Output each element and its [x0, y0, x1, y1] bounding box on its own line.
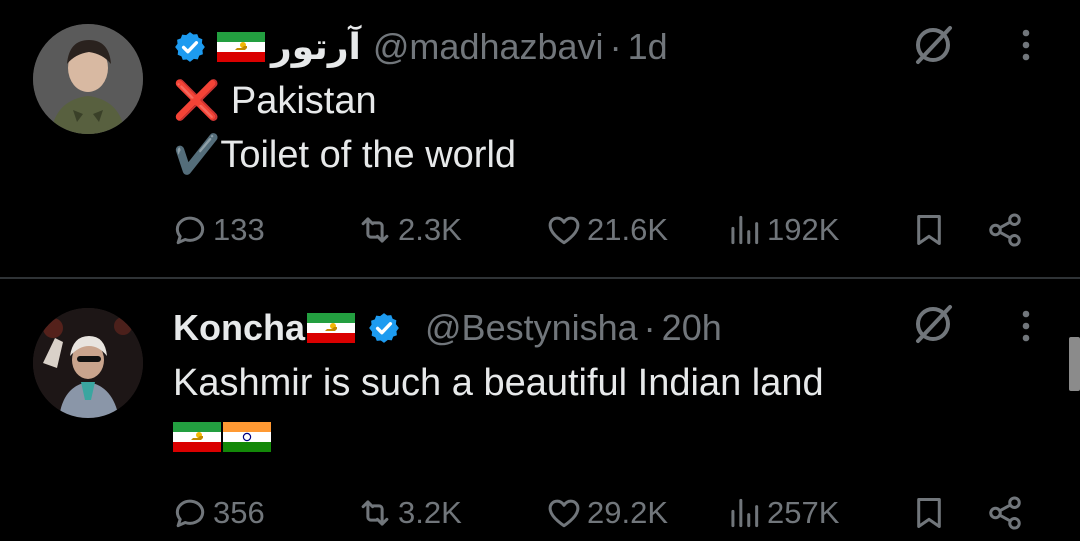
share-button[interactable]: [986, 485, 1028, 541]
tweet-header: آرتور @madhazbavi · 1d: [173, 22, 668, 72]
share-icon: [989, 496, 1021, 530]
heart-icon: [548, 499, 580, 528]
speech-bubble-icon: [175, 499, 205, 528]
view-count: 192K: [767, 212, 840, 247]
avatar[interactable]: [33, 308, 143, 418]
avatar-image: [33, 308, 143, 418]
like-button[interactable]: 29.2K: [545, 485, 668, 541]
avatar-image: [33, 24, 143, 134]
repost-button[interactable]: 2.3K: [356, 202, 462, 258]
india-flag-icon: [223, 422, 271, 452]
separator-dot: ·: [643, 307, 656, 348]
views-button[interactable]: 192K: [725, 202, 839, 258]
tweet-line: Kashmir is such a beautiful Indian land: [173, 362, 824, 404]
tweet-text: ❌ Pakistan ✔️Toilet of the world: [173, 74, 516, 182]
retweet-icon: [361, 500, 389, 526]
view-count: 257K: [767, 495, 840, 530]
tweet-line: ✔️Toilet of the world: [173, 134, 517, 176]
tweet-card[interactable]: آرتور @madhazbavi · 1d ❌ Pakistan ✔️Toil…: [0, 0, 1080, 278]
display-name[interactable]: آرتور: [271, 26, 361, 68]
tweet-line: ❌ Pakistan: [173, 80, 377, 122]
retweet-icon: [361, 217, 389, 243]
like-count: 21.6K: [587, 212, 669, 247]
iran-lion-sun-flag-icon: [217, 32, 265, 62]
user-handle[interactable]: @madhazbavi: [373, 26, 604, 68]
user-handle[interactable]: @Bestynisha: [425, 307, 638, 349]
reply-count: 133: [213, 212, 265, 247]
more-vertical-icon[interactable]: [1014, 20, 1038, 70]
repost-button[interactable]: 3.2K: [356, 485, 462, 541]
separator-dot: ·: [609, 26, 622, 67]
avatar[interactable]: [33, 24, 143, 134]
share-button[interactable]: [986, 202, 1028, 258]
bar-chart-icon: [731, 215, 759, 245]
iran-lion-sun-flag-icon: [307, 313, 356, 343]
display-name[interactable]: Koncha: [173, 307, 305, 349]
bookmark-icon: [917, 215, 941, 245]
bookmark-button[interactable]: [910, 202, 952, 258]
grok-icon[interactable]: [908, 20, 958, 70]
tweet-card[interactable]: Koncha @Bestynisha · 20h Kashmir is such: [0, 279, 1080, 541]
timestamp[interactable]: 20h: [662, 307, 722, 349]
more-vertical-icon[interactable]: [1014, 301, 1038, 351]
views-button[interactable]: 257K: [725, 485, 839, 541]
grok-icon[interactable]: [908, 299, 958, 349]
tweet-text: Kashmir is such a beautiful Indian land: [173, 356, 824, 464]
like-button[interactable]: 21.6K: [545, 202, 668, 258]
repost-count: 2.3K: [398, 212, 462, 247]
bookmark-icon: [917, 498, 941, 528]
share-icon: [989, 213, 1021, 247]
verified-badge-icon: [369, 313, 399, 343]
timestamp[interactable]: 1d: [628, 26, 668, 68]
reply-button[interactable]: 133: [171, 202, 265, 258]
heart-icon: [548, 216, 580, 245]
verified-badge-icon: [175, 32, 205, 62]
reply-count: 356: [213, 495, 265, 530]
tweet-header: Koncha @Bestynisha · 20h: [173, 303, 722, 353]
repost-count: 3.2K: [398, 495, 462, 530]
scrollbar-thumb[interactable]: [1069, 337, 1080, 391]
iran-lion-sun-flag-icon: [173, 422, 221, 452]
speech-bubble-icon: [175, 216, 205, 245]
reply-button[interactable]: 356: [171, 485, 265, 541]
bookmark-button[interactable]: [910, 485, 952, 541]
flag-row: [173, 410, 824, 464]
like-count: 29.2K: [587, 495, 669, 530]
bar-chart-icon: [731, 498, 759, 528]
action-bar: 133 2.3K 21.6K 192K: [0, 202, 1080, 258]
action-bar: 356 3.2K 29.2K 257K: [0, 485, 1080, 541]
